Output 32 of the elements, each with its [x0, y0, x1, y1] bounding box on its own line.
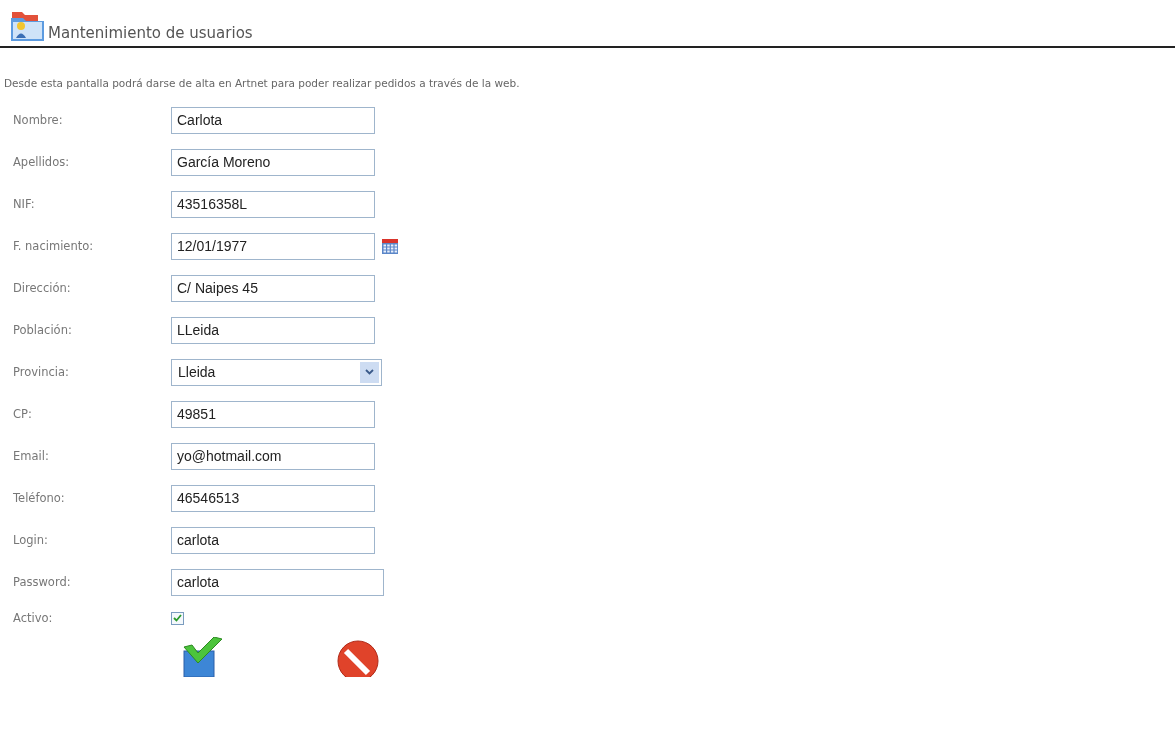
- field-label: F. nacimiento:: [13, 239, 95, 253]
- text-field[interactable]: carlota: [171, 568, 384, 596]
- cancel-button[interactable]: [334, 637, 382, 677]
- province-select[interactable]: Lleida: [171, 358, 382, 386]
- field-label: Provincia:: [13, 365, 70, 379]
- calendar-icon[interactable]: [381, 237, 399, 255]
- checkbox[interactable]: [171, 611, 184, 625]
- field-label: Población:: [13, 323, 73, 337]
- field-label: Email:: [13, 449, 50, 463]
- field-label: Apellidos:: [13, 155, 71, 169]
- text-field[interactable]: García Moreno: [171, 148, 375, 176]
- chevron-down-icon: [365, 369, 374, 375]
- field-label: NIF:: [13, 197, 36, 211]
- text-field[interactable]: 12/01/1977: [171, 232, 375, 260]
- text-field[interactable]: LLeida: [171, 316, 375, 344]
- field-label: Login:: [13, 533, 49, 547]
- field-label: Password:: [13, 575, 72, 589]
- text-field[interactable]: Carlota: [171, 106, 375, 134]
- field-label: Activo:: [13, 611, 54, 625]
- text-field[interactable]: carlota: [171, 526, 375, 554]
- text-field[interactable]: 46546513: [171, 484, 375, 512]
- text-field[interactable]: yo@hotmail.com: [171, 442, 375, 470]
- field-label: CP:: [13, 407, 33, 421]
- folder-user-icon: [10, 10, 46, 42]
- text-field[interactable]: C/ Naipes 45: [171, 274, 375, 302]
- text-field[interactable]: 49851: [171, 400, 375, 428]
- page-title: Mantenimiento de usuarios: [48, 24, 253, 42]
- field-label: Dirección:: [13, 281, 72, 295]
- description-text: Desde esta pantalla podrá darse de alta en Artnet para poder realizar pedidos a través de la web.: [4, 77, 521, 89]
- text-field[interactable]: 43516358L: [171, 190, 375, 218]
- field-label: Teléfono:: [13, 491, 66, 505]
- field-label: Nombre:: [13, 113, 64, 127]
